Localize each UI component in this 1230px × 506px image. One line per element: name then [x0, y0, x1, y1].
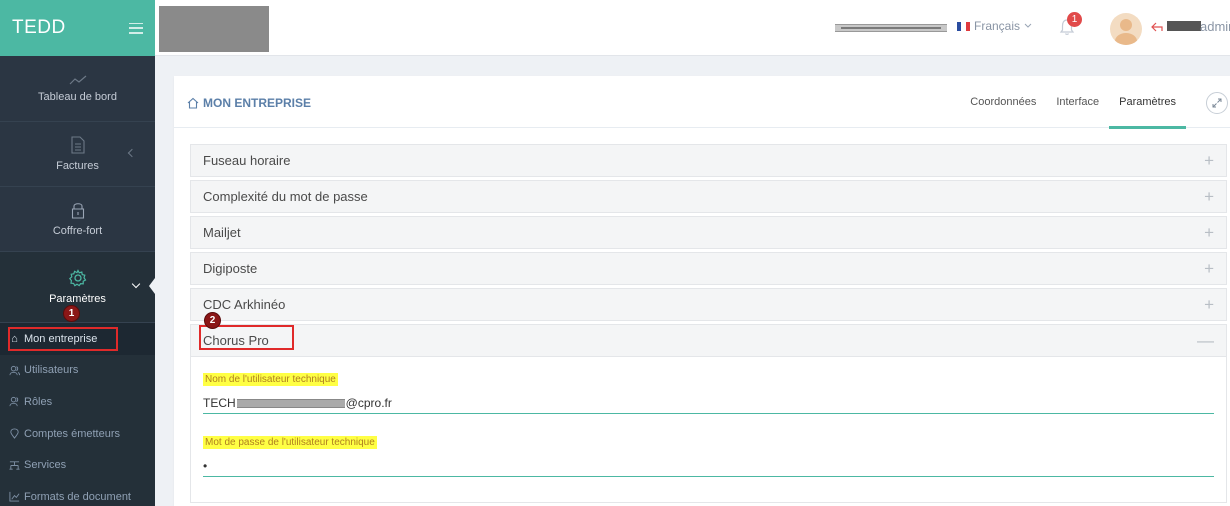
chevron-down-icon: [131, 279, 141, 289]
chart-icon: [9, 492, 20, 502]
sidebar-subitem-issuer-accounts[interactable]: Comptes émetteurs: [0, 418, 155, 450]
home-icon: [187, 97, 199, 109]
menu-toggle-icon[interactable]: [129, 22, 143, 34]
sidebar-subitem-label: Comptes émetteurs: [24, 427, 120, 440]
chorus-pro-body: Nom de l'utilisateur technique TECH @cpr…: [190, 357, 1227, 503]
technical-user-suffix: @cpro.fr: [345, 396, 392, 410]
top-header: Français 1 admir: [155, 0, 1230, 56]
sidebar-item-label: Paramètres: [49, 293, 106, 305]
collapse-minus-icon[interactable]: —: [1197, 332, 1214, 349]
redacted-username: [1167, 21, 1201, 31]
location-pin-icon: [10, 428, 19, 439]
sidebar-subitem-users[interactable]: Utilisateurs: [0, 355, 155, 387]
panel-mailjet[interactable]: Mailjet +: [190, 216, 1227, 249]
users-icon: [9, 365, 20, 376]
avatar[interactable]: [1110, 13, 1142, 45]
active-indicator: [149, 278, 155, 294]
technical-user-prefix: TECH: [203, 396, 236, 410]
panel-digiposte[interactable]: Digiposte +: [190, 252, 1227, 285]
expand-plus-icon[interactable]: +: [1204, 224, 1214, 241]
sidebar-subitem-document-formats[interactable]: Formats de document: [0, 481, 155, 506]
panel-password-complexity[interactable]: Complexité du mot de passe +: [190, 180, 1227, 213]
brand-bar: TEDD: [0, 0, 155, 56]
sidebar-item-label: Tableau de bord: [38, 90, 117, 103]
username[interactable]: admir: [1200, 19, 1230, 34]
technical-password-input[interactable]: •: [203, 456, 1214, 477]
expand-plus-icon[interactable]: +: [1204, 296, 1214, 313]
sidebar-item-vault[interactable]: Coffre-fort: [0, 187, 155, 252]
language-selector[interactable]: Français: [957, 19, 1032, 33]
sidebar-subitem-label: Rôles: [24, 395, 53, 408]
technical-user-input[interactable]: TECH @cpro.fr: [203, 393, 1214, 414]
lock-icon: [71, 203, 84, 219]
chevron-down-icon: [1024, 23, 1032, 28]
panel-title: Mailjet: [203, 225, 241, 240]
step-1-badge: 1: [63, 305, 80, 322]
sidebar: Tableau de bord Factures Coffre-fort Par…: [0, 56, 155, 506]
page-title: MON ENTREPRISE: [187, 96, 311, 110]
page-title-text: MON ENTREPRISE: [203, 96, 312, 110]
step-2-badge: 2: [204, 312, 221, 329]
tab-bar: Coordonnées Interface Paramètres: [960, 76, 1186, 129]
sidebar-item-label: Factures: [56, 160, 99, 172]
trend-line-icon: [69, 75, 86, 84]
tab-parametres[interactable]: Paramètres: [1109, 76, 1186, 129]
redacted-user-id: [236, 398, 345, 408]
main-card: MON ENTREPRISE Coordonnées Interface Par…: [174, 76, 1230, 506]
panel-title: CDC Arkhinéo: [203, 297, 286, 312]
sidebar-subitem-label: Utilisateurs: [24, 364, 79, 377]
panel-title: Complexité du mot de passe: [203, 189, 368, 204]
technical-password-label: Mot de passe de l'utilisateur technique: [203, 436, 377, 449]
sidebar-item-dashboard[interactable]: Tableau de bord: [0, 56, 155, 122]
document-icon: [70, 136, 85, 154]
card-header: MON ENTREPRISE Coordonnées Interface Par…: [174, 76, 1230, 129]
accordion: Fuseau horaire + Complexité du mot de pa…: [190, 144, 1227, 503]
panel-cdc-arkhineo[interactable]: CDC Arkhinéo +: [190, 288, 1227, 321]
highlight-mon-entreprise: [8, 327, 118, 351]
sitemap-icon: [9, 461, 20, 470]
sidebar-subitem-label: Services: [24, 459, 67, 472]
technical-user-label: Nom de l'utilisateur technique: [203, 373, 338, 386]
tab-interface[interactable]: Interface: [1046, 76, 1109, 128]
language-label: Français: [974, 19, 1021, 33]
sidebar-subitem-label: Formats de document: [24, 490, 131, 503]
roles-icon: [9, 397, 19, 407]
expand-plus-icon[interactable]: +: [1204, 188, 1214, 205]
logout-icon[interactable]: [1150, 20, 1164, 34]
field-technical-user: Nom de l'utilisateur technique TECH @cpr…: [203, 369, 1214, 414]
field-technical-password: Mot de passe de l'utilisateur technique …: [203, 432, 1214, 477]
panel-chorus-pro[interactable]: Chorus Pro —: [190, 324, 1227, 357]
sidebar-subitem-services[interactable]: Services: [0, 449, 155, 481]
chevron-left-icon: [127, 148, 137, 158]
sidebar-item-invoices[interactable]: Factures: [0, 122, 155, 187]
panel-timezone[interactable]: Fuseau horaire +: [190, 144, 1227, 177]
tab-coordonnees[interactable]: Coordonnées: [960, 76, 1046, 128]
brand-name[interactable]: TEDD: [12, 17, 66, 39]
panel-title: Digiposte: [203, 261, 258, 276]
fullscreen-button[interactable]: [1206, 92, 1228, 114]
company-logo: [159, 6, 269, 52]
expand-icon: [1212, 98, 1222, 108]
expand-plus-icon[interactable]: +: [1204, 152, 1214, 169]
sidebar-subitem-roles[interactable]: Rôles: [0, 386, 155, 418]
password-mask: •: [203, 459, 208, 473]
sidebar-item-label: Coffre-fort: [52, 225, 103, 237]
notification-badge: 1: [1067, 12, 1082, 27]
gear-icon: [68, 269, 86, 287]
expand-plus-icon[interactable]: +: [1204, 260, 1214, 277]
french-flag-icon: [957, 21, 970, 31]
panel-title: Fuseau horaire: [203, 153, 291, 168]
redacted-company-name: [835, 24, 947, 32]
